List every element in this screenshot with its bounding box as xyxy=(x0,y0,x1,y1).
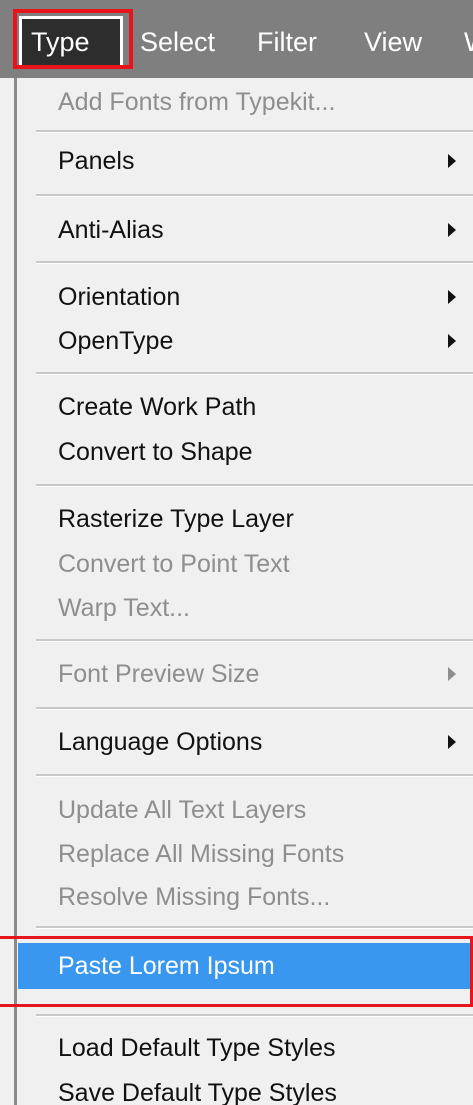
menu-item-convert-to-point-text[interactable]: Convert to Point Text xyxy=(18,542,473,586)
menu-view[interactable]: View xyxy=(364,16,422,68)
menu-separator xyxy=(36,707,473,710)
menu-item-opentype[interactable]: OpenType xyxy=(18,319,473,363)
menu-separator xyxy=(36,1014,473,1017)
menu-item-label: Add Fonts from Typekit... xyxy=(58,88,336,116)
menu-select[interactable]: Select xyxy=(140,16,215,68)
menu-item-convert-to-shape[interactable]: Convert to Shape xyxy=(18,430,473,474)
submenu-arrow-icon xyxy=(448,290,456,304)
menu-item-label: Panels xyxy=(58,147,135,175)
submenu-arrow-icon xyxy=(448,223,456,237)
menu-item-rasterize-type-layer[interactable]: Rasterize Type Layer xyxy=(18,497,473,541)
menu-item-label: Convert to Shape xyxy=(58,438,253,466)
submenu-arrow-icon xyxy=(448,667,456,681)
menu-item-anti-alias[interactable]: Anti-Alias xyxy=(18,208,473,252)
menu-item-label: Orientation xyxy=(58,283,181,311)
menu-separator xyxy=(36,484,473,487)
menu-item-resolve-missing-fonts[interactable]: Resolve Missing Fonts... xyxy=(18,875,473,919)
menu-window[interactable]: W xyxy=(464,16,473,68)
menu-item-add-fonts-from-typekit[interactable]: Add Fonts from Typekit... xyxy=(18,80,473,124)
menu-item-label: Create Work Path xyxy=(58,393,257,421)
menu-item-label: Anti-Alias xyxy=(58,216,164,244)
menu-item-create-work-path[interactable]: Create Work Path xyxy=(18,385,473,429)
menu-item-label: Font Preview Size xyxy=(58,660,260,688)
menu-item-update-all-text-layers[interactable]: Update All Text Layers xyxy=(18,788,473,832)
paste-lorem-ipsum-annotation xyxy=(0,936,473,1007)
submenu-arrow-icon xyxy=(448,735,456,749)
menu-item-label: Save Default Type Styles xyxy=(58,1079,337,1105)
menu-separator xyxy=(36,926,473,929)
menu-item-panels[interactable]: Panels xyxy=(18,139,473,183)
menu-item-orientation[interactable]: Orientation xyxy=(18,275,473,319)
menu-item-label: Warp Text... xyxy=(58,594,190,622)
menu-item-label: Resolve Missing Fonts... xyxy=(58,883,331,911)
menu-item-language-options[interactable]: Language Options xyxy=(18,720,473,764)
menu-item-label: Replace All Missing Fonts xyxy=(58,840,345,868)
menu-item-font-preview-size[interactable]: Font Preview Size xyxy=(18,652,473,696)
submenu-arrow-icon xyxy=(448,334,456,348)
menu-item-warp-text[interactable]: Warp Text... xyxy=(18,586,473,630)
type-menu-annotation xyxy=(13,9,133,69)
menu-separator xyxy=(36,130,473,133)
menu-item-label: Load Default Type Styles xyxy=(58,1034,336,1062)
menu-separator xyxy=(36,194,473,197)
menu-item-load-default-type-styles[interactable]: Load Default Type Styles xyxy=(18,1026,473,1070)
submenu-arrow-icon xyxy=(448,154,456,168)
menu-item-label: Language Options xyxy=(58,728,263,756)
menu-separator xyxy=(36,774,473,777)
menu-separator xyxy=(36,261,473,264)
menu-filter[interactable]: Filter xyxy=(257,16,317,68)
menu-item-label: Rasterize Type Layer xyxy=(58,505,294,533)
menu-item-save-default-type-styles[interactable]: Save Default Type Styles xyxy=(18,1071,473,1105)
menu-separator xyxy=(36,639,473,642)
menu-item-label: Update All Text Layers xyxy=(58,796,307,824)
menu-item-label: OpenType xyxy=(58,327,174,355)
menu-item-label: Convert to Point Text xyxy=(58,550,290,578)
menu-separator xyxy=(36,372,473,375)
menu-item-replace-all-missing-fonts[interactable]: Replace All Missing Fonts xyxy=(18,832,473,876)
